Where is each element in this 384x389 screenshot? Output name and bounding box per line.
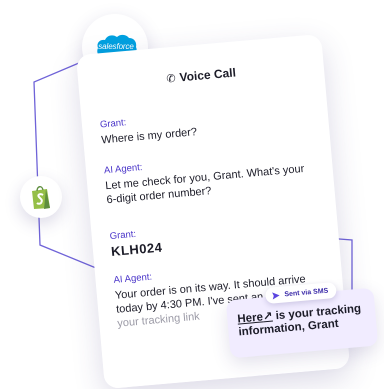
sms-message: Here↗ is your tracking information, Gran… xyxy=(237,302,373,340)
message-3: Grant: KLH024 xyxy=(109,214,311,259)
sms-pill-label: Sent via SMS xyxy=(284,287,329,298)
call-header: ✆ Voice Call xyxy=(78,58,324,93)
call-title: Voice Call xyxy=(178,65,237,85)
shopify-badge xyxy=(20,176,62,218)
message-1: Grant: Where is my order? xyxy=(100,102,302,147)
tracking-link-text[interactable]: Here xyxy=(237,311,264,325)
send-icon xyxy=(272,291,280,300)
shopify-bag-icon xyxy=(32,186,50,209)
message-2: AI Agent: Let me check for you, Grant. W… xyxy=(104,148,307,207)
phone-icon: ✆ xyxy=(165,72,177,86)
